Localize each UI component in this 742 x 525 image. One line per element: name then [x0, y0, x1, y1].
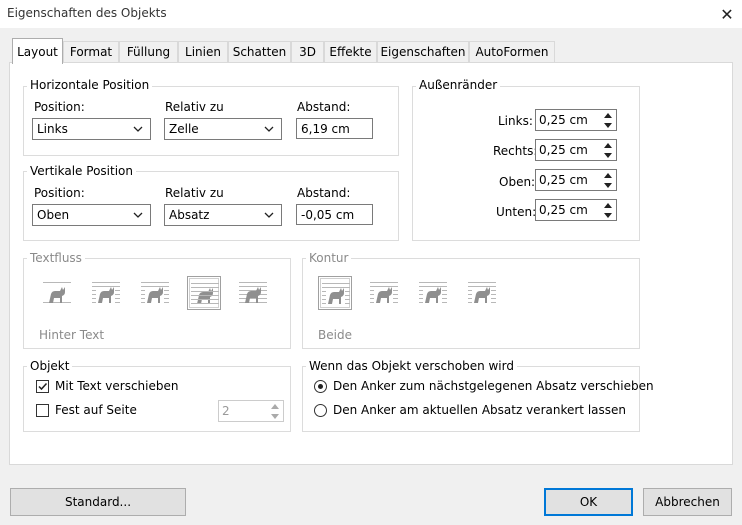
standard-button[interactable]: Standard... [10, 488, 186, 516]
horizontal-relative-combo[interactable]: Zelle [164, 118, 282, 140]
contour-left-icon[interactable] [367, 276, 401, 310]
spin-down-icon[interactable] [601, 210, 615, 220]
tab-3d[interactable]: 3D [291, 41, 324, 62]
vertical-position-label: Position: [34, 186, 85, 200]
spin-up-icon [268, 401, 282, 411]
spin-down-icon[interactable] [601, 180, 615, 190]
horizontal-relative-label: Relativ zu [165, 100, 224, 114]
anchor-move-label[interactable]: Den Anker zum nächstgelegenen Absatz ver… [333, 379, 654, 393]
chevron-down-icon [264, 126, 274, 132]
fixed-on-page-label[interactable]: Fest auf Seite [55, 403, 137, 417]
textflow-title: Textfluss [27, 251, 85, 265]
spin-up-icon[interactable] [601, 110, 615, 120]
tab-layout[interactable]: Layout [12, 38, 63, 64]
vertical-distance-input[interactable]: -0,05 cm [296, 204, 373, 225]
horizontal-position-label: Position: [34, 100, 85, 114]
spin-down-icon[interactable] [601, 150, 615, 160]
chevron-down-icon [264, 212, 274, 218]
contour-right-icon[interactable] [416, 276, 450, 310]
horizontal-distance-input[interactable]: 6,19 cm [296, 118, 373, 139]
spin-down-icon[interactable] [601, 120, 615, 130]
move-with-text-label[interactable]: Mit Text verschieben [55, 379, 179, 393]
margins-title: Außenränder [416, 78, 501, 92]
anchor-move-radio[interactable] [314, 380, 327, 393]
moving-title: Wenn das Objekt verschoben wird [306, 359, 517, 373]
wrap-left-icon [89, 276, 123, 310]
margin-right-spinner[interactable]: 0,25 cm [535, 139, 617, 161]
object-title: Objekt [27, 359, 73, 373]
close-icon: ✕ [720, 4, 734, 24]
contour-title: Kontur [306, 251, 352, 265]
vertical-distance-label: Abstand: [297, 186, 351, 200]
vertical-position-title: Vertikale Position [27, 164, 136, 178]
chevron-down-icon [133, 126, 143, 132]
margin-right-label: Rechts: [493, 144, 538, 158]
spin-up-icon[interactable] [601, 140, 615, 150]
horizontal-distance-label: Abstand: [297, 100, 351, 114]
tab-schatten[interactable]: Schatten [228, 41, 291, 62]
vertical-relative-label: Relativ zu [165, 186, 224, 200]
vertical-position-combo[interactable]: Oben [32, 204, 151, 226]
margin-top-spinner[interactable]: 0,25 cm [535, 169, 617, 191]
window-title: Eigenschaften des Objekts [7, 6, 167, 20]
checkmark-icon [38, 382, 48, 391]
chevron-down-icon [133, 212, 143, 218]
margin-bottom-label: Unten: [496, 205, 537, 219]
moving-group [302, 366, 640, 432]
close-button[interactable]: ✕ [712, 0, 742, 28]
fixed-on-page-checkbox[interactable] [36, 404, 49, 417]
margin-bottom-spinner[interactable]: 0,25 cm [535, 199, 617, 221]
tab-autoformen[interactable]: AutoFormen [469, 41, 555, 62]
object-group [23, 366, 291, 432]
margin-left-spinner[interactable]: 0,25 cm [535, 109, 617, 131]
tab-eigenschaften[interactable]: Eigenschaften [377, 41, 469, 62]
spin-up-icon[interactable] [601, 200, 615, 210]
contour-both-icon[interactable] [318, 276, 352, 310]
anchor-keep-label[interactable]: Den Anker am aktuellen Absatz verankert … [333, 403, 626, 417]
spin-down-icon [268, 411, 282, 421]
ok-button[interactable]: OK [544, 488, 633, 516]
wrap-right-icon [138, 276, 172, 310]
horizontal-position-combo[interactable]: Links [32, 118, 151, 140]
textflow-caption: Hinter Text [39, 328, 105, 342]
tab-effekte[interactable]: Effekte [324, 41, 377, 62]
tab-fuellung[interactable]: Füllung [119, 41, 178, 62]
contour-caption: Beide [318, 328, 352, 342]
wrap-none-icon [40, 276, 74, 310]
wrap-behind-text-icon [187, 276, 221, 310]
tab-format[interactable]: Format [63, 41, 119, 62]
spin-up-icon[interactable] [601, 170, 615, 180]
move-with-text-checkbox[interactable] [36, 380, 49, 393]
wrap-through-icon [236, 276, 270, 310]
vertical-relative-combo[interactable]: Absatz [164, 204, 282, 226]
anchor-keep-radio[interactable] [314, 404, 327, 417]
margin-top-label: Oben: [499, 175, 536, 189]
cancel-button[interactable]: Abbrechen [643, 488, 732, 516]
horizontal-position-title: Horizontale Position [27, 78, 153, 92]
tab-linien[interactable]: Linien [178, 41, 228, 62]
margin-left-label: Links: [498, 114, 533, 128]
page-number-spinner: 2 [218, 400, 284, 422]
contour-parallel-icon[interactable] [465, 276, 499, 310]
